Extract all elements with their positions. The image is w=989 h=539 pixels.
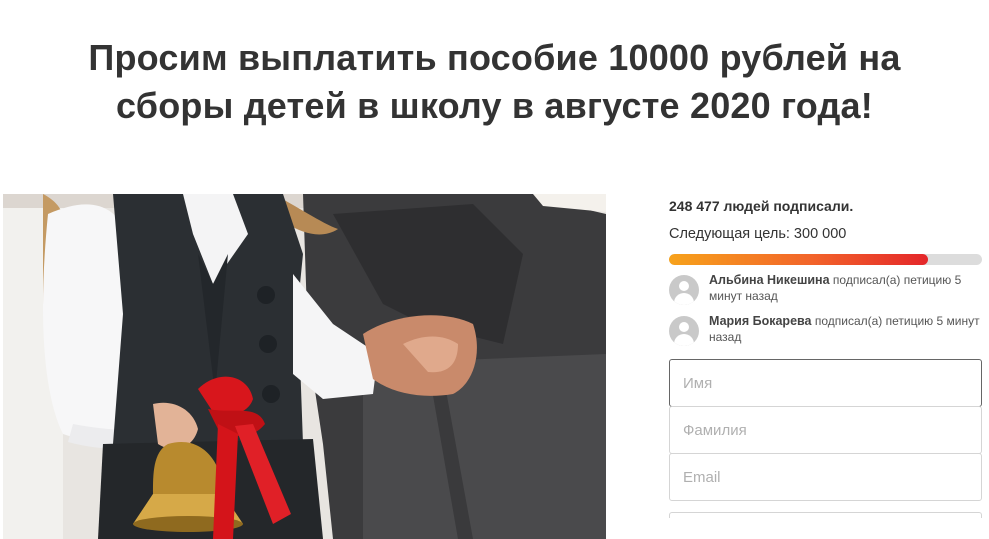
recent-signer-name: Альбина Никешина [709, 273, 830, 287]
petition-title-line-2: сборы детей в школу в августе 2020 года! [116, 85, 873, 126]
signature-progress-bar [669, 254, 982, 265]
signature-count: 248 477 людей подписали. [669, 198, 854, 214]
avatar [669, 316, 699, 346]
recent-signer-name: Мария Бокарева [709, 314, 812, 328]
recent-signer: Мария Бокарева подписал(а) петицию 5 мин… [669, 313, 983, 346]
petition-sidebar: 248 477 людей подписали. Следующая цель:… [669, 196, 983, 518]
recent-signer-text: Альбина Никешина подписал(а) петицию 5 м… [709, 272, 981, 304]
recent-signers-list: Альбина Никешина подписал(а) петицию 5 м… [669, 272, 983, 346]
next-form-field[interactable] [669, 512, 982, 518]
avatar [669, 275, 699, 305]
last-name-field[interactable] [669, 406, 982, 454]
signature-progress-fill [669, 254, 929, 265]
email-field[interactable] [669, 453, 982, 501]
petition-title: Просим выплатить пособие 10000 рублей на… [0, 34, 989, 130]
recent-signer-text: Мария Бокарева подписал(а) петицию 5 мин… [709, 313, 981, 345]
first-name-field[interactable] [669, 359, 982, 407]
next-goal: Следующая цель: 300 000 [669, 226, 847, 242]
sign-form [669, 359, 983, 518]
petition-photo [3, 194, 606, 539]
petition-title-line-1: Просим выплатить пособие 10000 рублей на [88, 37, 901, 78]
recent-signer: Альбина Никешина подписал(а) петицию 5 м… [669, 272, 983, 305]
